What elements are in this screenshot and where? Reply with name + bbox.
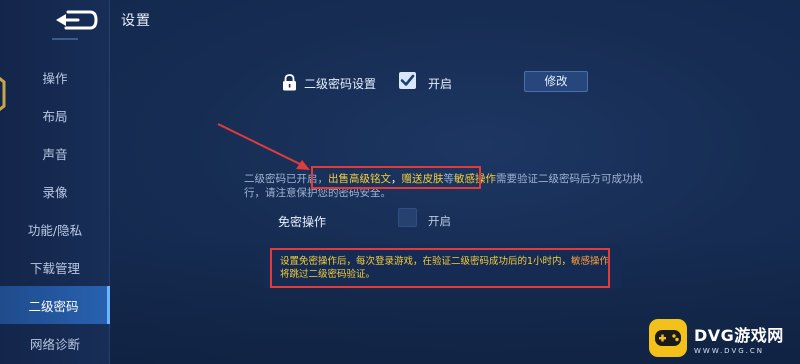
lock-icon (283, 74, 296, 91)
sidebar-item-network[interactable]: 网络诊断 (0, 324, 110, 362)
sidebar-item-label: 布局 (42, 108, 68, 124)
annotation-box-notice (270, 248, 610, 288)
sidebar-item-operation[interactable]: 操作 (0, 58, 110, 96)
watermark-text: DVG游戏网 WWW.DVG.CN (694, 322, 784, 355)
sidebar-item-sound[interactable]: 声音 (0, 134, 110, 172)
sidebar-item-layout[interactable]: 布局 (0, 96, 110, 134)
modify-password-button[interactable]: 修改 (524, 71, 588, 92)
watermark: DVG游戏网 WWW.DVG.CN (648, 316, 796, 360)
sidebar-item-downloads[interactable]: 下载管理 (0, 248, 110, 286)
sidebar: 操作 布局 声音 录像 功能/隐私 下载管理 二级密码 网络诊断 (0, 0, 110, 364)
sidebar-item-label: 下载管理 (29, 260, 80, 276)
second-password-enable-label: 开启 (428, 77, 453, 91)
sidebar-item-label: 录像 (42, 184, 68, 200)
edge-decoration (0, 76, 6, 112)
second-password-checkbox[interactable] (399, 72, 416, 89)
watermark-subtitle: WWW.DVG.CN (694, 346, 765, 355)
sidebar-item-label: 功能/隐私 (27, 222, 83, 238)
page-title: 设置 (121, 13, 151, 29)
sidebar-item-label: 操作 (42, 70, 68, 86)
check-icon (400, 74, 415, 86)
free-pass-label: 免密操作 (278, 215, 327, 229)
sidebar-item-label: 二级密码 (28, 298, 79, 314)
sidebar-item-recording[interactable]: 录像 (0, 172, 110, 210)
sidebar-scroll-hint (52, 38, 78, 44)
sidebar-item-privacy[interactable]: 功能/隐私 (0, 210, 110, 248)
watermark-title: DVG游戏网 (694, 325, 784, 345)
annotation-box-highlight (311, 166, 481, 189)
free-pass-enable-label: 开启 (428, 214, 451, 228)
back-arrow-icon[interactable] (52, 8, 98, 32)
annotation-arrow-icon (217, 123, 310, 170)
sidebar-item-label: 声音 (42, 146, 68, 162)
sidebar-item-label: 网络诊断 (29, 336, 80, 352)
second-password-setting-label: 二级密码设置 (304, 77, 377, 91)
sidebar-item-second-password[interactable]: 二级密码 (0, 286, 110, 324)
gamepad-logo-icon (649, 319, 687, 357)
free-pass-checkbox[interactable] (398, 208, 417, 227)
